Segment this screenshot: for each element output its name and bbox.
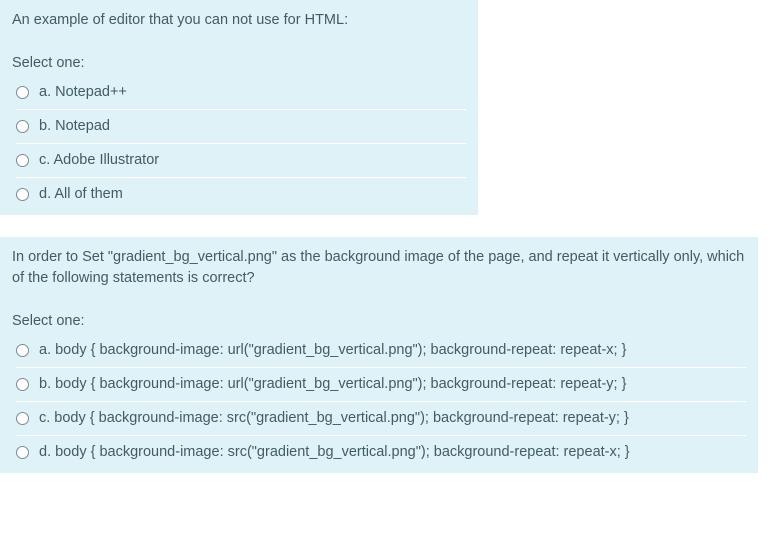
select-one-label: Select one: (12, 303, 746, 334)
option-label: c. body { background-image: src("gradien… (39, 408, 629, 429)
option-label: d. body { background-image: src("gradien… (39, 442, 630, 463)
radio-icon[interactable] (16, 378, 29, 391)
radio-icon[interactable] (16, 120, 29, 133)
option-c[interactable]: c. body { background-image: src("gradien… (16, 402, 746, 436)
option-d[interactable]: d. All of them (16, 178, 466, 215)
option-label: d. All of them (39, 184, 123, 205)
question-2: In order to Set "gradient_bg_vertical.pn… (0, 237, 758, 473)
radio-icon[interactable] (16, 344, 29, 357)
option-label: b. Notepad (39, 116, 110, 137)
question-1: An example of editor that you can not us… (0, 0, 478, 215)
option-b[interactable]: b. body { background-image: url("gradien… (16, 368, 746, 402)
option-a[interactable]: a. Notepad++ (16, 76, 466, 110)
radio-icon[interactable] (16, 154, 29, 167)
select-one-label: Select one: (12, 45, 466, 76)
question-1-text: An example of editor that you can not us… (12, 10, 466, 45)
question-2-options: a. body { background-image: url("gradien… (12, 334, 746, 473)
option-label: c. Adobe Illustrator (39, 150, 159, 171)
radio-icon[interactable] (16, 412, 29, 425)
radio-icon[interactable] (16, 188, 29, 201)
question-1-options: a. Notepad++ b. Notepad c. Adobe Illustr… (12, 76, 466, 215)
option-a[interactable]: a. body { background-image: url("gradien… (16, 334, 746, 368)
question-2-text: In order to Set "gradient_bg_vertical.pn… (12, 247, 746, 303)
option-label: a. Notepad++ (39, 82, 127, 103)
radio-icon[interactable] (16, 446, 29, 459)
option-label: b. body { background-image: url("gradien… (39, 374, 626, 395)
option-c[interactable]: c. Adobe Illustrator (16, 144, 466, 178)
option-label: a. body { background-image: url("gradien… (39, 340, 626, 361)
radio-icon[interactable] (16, 86, 29, 99)
option-b[interactable]: b. Notepad (16, 110, 466, 144)
option-d[interactable]: d. body { background-image: src("gradien… (16, 436, 746, 473)
